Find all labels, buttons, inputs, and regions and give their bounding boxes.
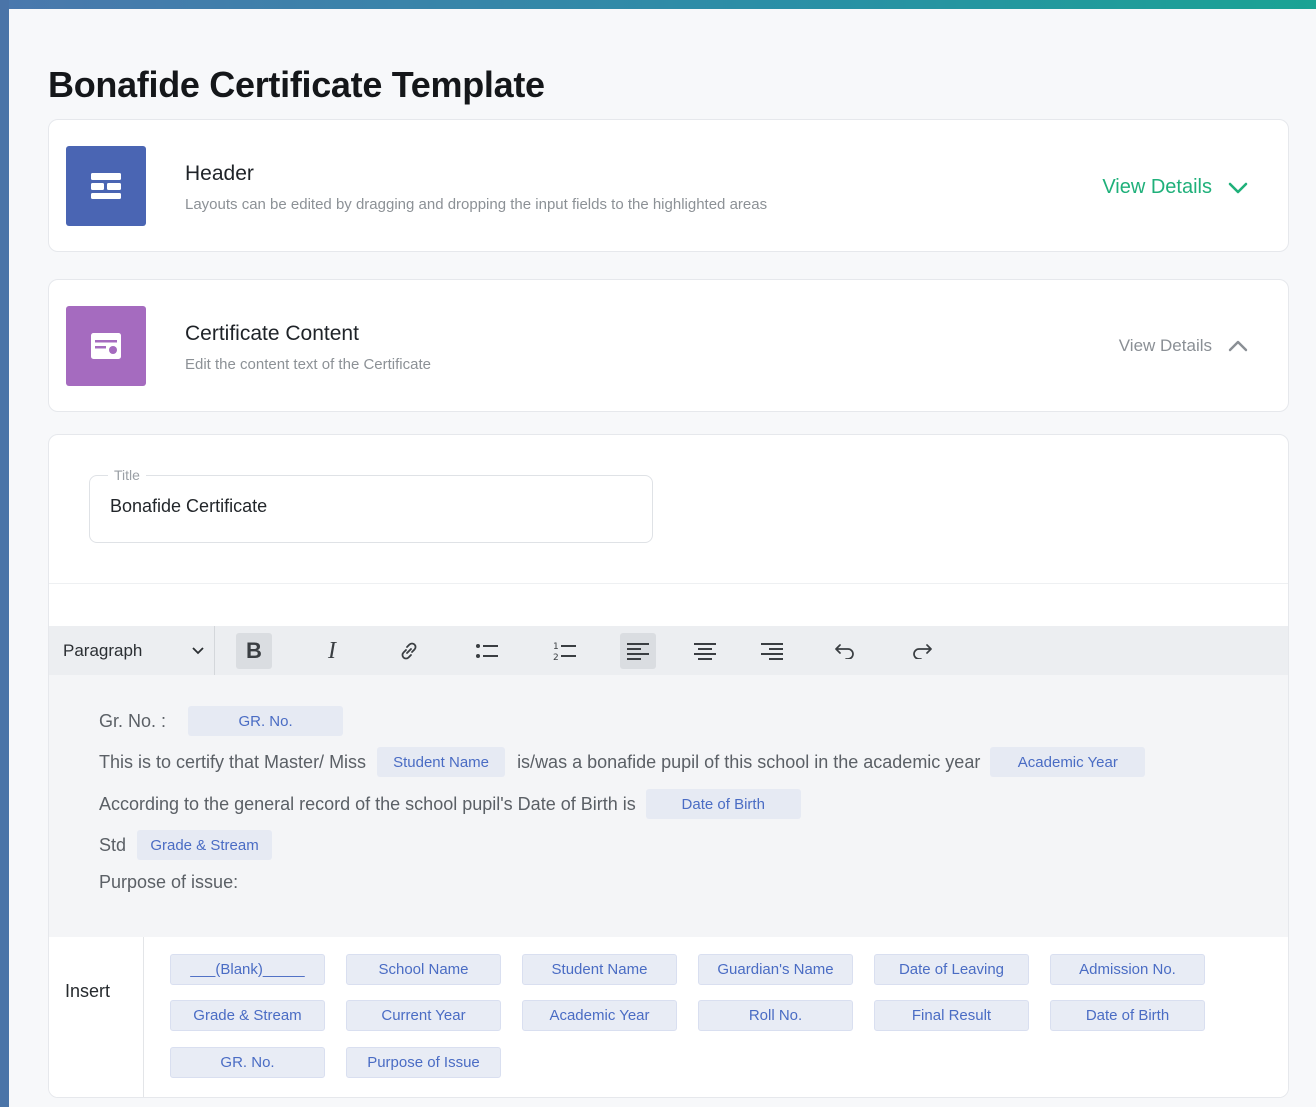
gr-no-text: Gr. No. : <box>99 710 167 731</box>
divider <box>49 583 1288 584</box>
certify-text: This is to certify that Master/ Miss <box>99 751 367 772</box>
chevron-down-icon <box>192 646 204 654</box>
header-section-card: Header Layouts can be edited by dragging… <box>48 119 1289 252</box>
title-field: Title <box>89 467 653 543</box>
insert-chip-grade-stream[interactable]: Grade & Stream <box>170 1000 325 1031</box>
undo-icon <box>835 644 854 659</box>
editor-line-std: Std Grade & Stream <box>99 830 273 860</box>
editor-line-purpose: Purpose of issue: <box>99 872 238 893</box>
align-right-icon <box>761 643 783 660</box>
std-text: Std <box>99 834 127 855</box>
insert-chip-date-of-birth[interactable]: Date of Birth <box>1050 1000 1205 1031</box>
editor-line-gr-no: Gr. No. : GR. No. <box>99 706 344 736</box>
insert-chip-student-name[interactable]: Student Name <box>522 954 677 985</box>
redo-button[interactable] <box>904 633 940 669</box>
insert-chip-academic-year[interactable]: Academic Year <box>522 1000 677 1031</box>
numbered-list-icon: 12 <box>553 642 576 662</box>
top-accent-bar <box>0 0 1316 9</box>
title-input[interactable] <box>110 496 610 517</box>
align-center-icon <box>694 643 716 660</box>
insert-chip-roll-no[interactable]: Roll No. <box>698 1000 853 1031</box>
insert-label: Insert <box>65 981 111 1001</box>
align-left-button[interactable] <box>620 633 656 669</box>
insert-chip-final-result[interactable]: Final Result <box>874 1000 1029 1031</box>
insert-chip-school-name[interactable]: School Name <box>346 954 501 985</box>
redo-icon <box>913 644 932 659</box>
bold-button[interactable]: B <box>236 633 272 669</box>
align-left-icon <box>627 643 649 660</box>
insert-chip-date-of-leaving[interactable]: Date of Leaving <box>874 954 1029 985</box>
placeholder-chip-grade-stream[interactable]: Grade & Stream <box>137 830 273 860</box>
insert-chip-gr-no[interactable]: GR. No. <box>170 1047 325 1078</box>
insert-chip-admission-no[interactable]: Admission No. <box>1050 954 1205 985</box>
bullet-list-button[interactable] <box>469 633 505 669</box>
page-title: Bonafide Certificate Template <box>48 64 545 105</box>
align-center-button[interactable] <box>687 633 723 669</box>
editor-line-certify: This is to certify that Master/ Miss Stu… <box>99 747 1146 777</box>
content-section-subtitle: Edit the content text of the Certificate <box>185 356 431 373</box>
header-section-title: Header <box>185 162 254 185</box>
svg-text:2: 2 <box>553 653 559 662</box>
link-icon <box>401 642 417 660</box>
bold-icon: B <box>246 638 262 663</box>
left-accent-bar <box>0 0 9 1107</box>
header-section-subtitle: Layouts can be edited by dragging and dr… <box>185 196 768 213</box>
title-field-label: Title <box>108 467 146 483</box>
certificate-editor-card: Title Paragraph B I 12 <box>48 434 1289 1098</box>
placeholder-chip-academic-year[interactable]: Academic Year <box>990 747 1146 777</box>
numbered-list-button[interactable]: 12 <box>547 633 583 669</box>
placeholder-chip-gr-no[interactable]: GR. No. <box>188 706 344 736</box>
chevron-up-icon <box>1228 340 1248 352</box>
content-section-title: Certificate Content <box>185 322 359 345</box>
content-section-card: Certificate Content Edit the content tex… <box>48 279 1289 412</box>
editor-toolbar: Paragraph B I 12 <box>49 626 1288 675</box>
align-right-button[interactable] <box>754 633 790 669</box>
insert-divider <box>143 937 144 1097</box>
chevron-down-icon <box>1228 182 1248 193</box>
undo-button[interactable] <box>827 633 863 669</box>
italic-icon: I <box>328 637 336 664</box>
insert-chip-current-year[interactable]: Current Year <box>346 1000 501 1031</box>
content-view-details-label: View Details <box>1118 336 1212 355</box>
insert-chip-purpose-of-issue[interactable]: Purpose of Issue <box>346 1047 501 1078</box>
editor-content-area[interactable]: Gr. No. : GR. No. This is to certify tha… <box>49 675 1288 937</box>
header-view-details-label: View Details <box>1102 176 1212 198</box>
layout-icon <box>66 146 146 226</box>
content-view-details-button[interactable]: View Details <box>1119 336 1248 356</box>
italic-button[interactable]: I <box>314 633 350 669</box>
insert-panel: Insert ___(Blank)_____ School Name Stude… <box>49 937 1288 1097</box>
svg-text:1: 1 <box>553 642 559 652</box>
block-format-value: Paragraph <box>63 640 143 660</box>
insert-chip-guardians-name[interactable]: Guardian's Name <box>698 954 853 985</box>
certificate-icon <box>66 306 146 386</box>
placeholder-chip-student-name[interactable]: Student Name <box>377 747 506 777</box>
insert-chip-blank[interactable]: ___(Blank)_____ <box>170 954 325 985</box>
link-button[interactable] <box>391 633 427 669</box>
purpose-text: Purpose of issue: <box>99 872 239 892</box>
block-format-select[interactable]: Paragraph <box>49 626 215 675</box>
dob-text: According to the general record of the s… <box>99 793 636 814</box>
bullet-list-icon <box>476 644 498 658</box>
header-view-details-button[interactable]: View Details <box>1102 176 1248 199</box>
placeholder-chip-date-of-birth[interactable]: Date of Birth <box>645 789 801 819</box>
editor-line-dob: According to the general record of the s… <box>99 789 801 819</box>
bonafide-text: is/was a bonafide pupil of this school i… <box>517 751 981 772</box>
